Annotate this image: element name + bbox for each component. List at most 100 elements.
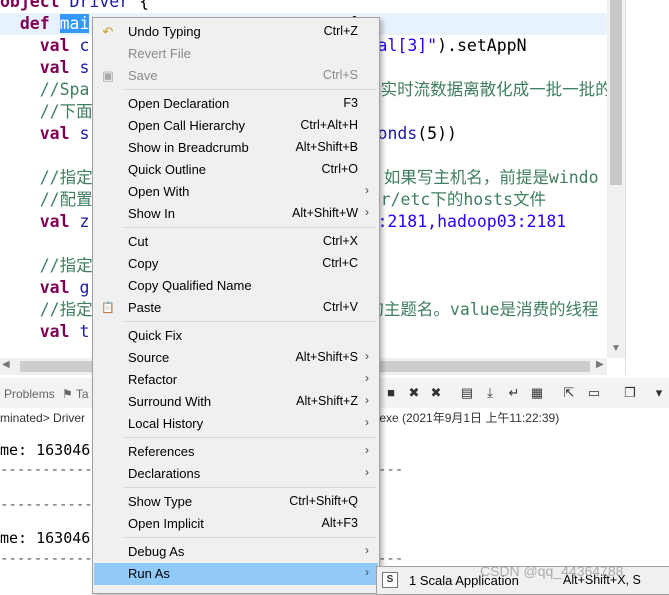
menu-item-label: Refactor bbox=[128, 372, 178, 387]
menu-item-shortcut: Alt+Shift+B bbox=[295, 140, 358, 154]
menu-item-label: Show In bbox=[128, 206, 175, 221]
remove-all-icon[interactable]: ✖ bbox=[427, 384, 445, 402]
menu-separator bbox=[123, 89, 376, 90]
menu-item-local-history[interactable]: Local History › bbox=[94, 413, 378, 435]
menu-item-label: Show in Breadcrumb bbox=[128, 140, 249, 155]
menu-item-paste[interactable]: 📋 Paste Ctrl+V bbox=[94, 297, 378, 319]
menu-item-quick-fix[interactable]: Quick Fix bbox=[94, 325, 378, 347]
scroll-right-arrow-icon[interactable]: ▶ bbox=[596, 359, 604, 370]
menu-item-copy-qualified-name[interactable]: Copy Qualified Name bbox=[94, 275, 378, 297]
code-token: g bbox=[79, 278, 90, 297]
code-token: t bbox=[79, 322, 90, 341]
editor-vertical-scroll-thumb[interactable] bbox=[610, 0, 622, 185]
menu-item-label: Open Call Hierarchy bbox=[128, 118, 246, 133]
terminate-icon[interactable]: ■ bbox=[382, 384, 400, 402]
menu-item-open-declaration[interactable]: Open Declaration F3 bbox=[94, 93, 378, 115]
menu-separator bbox=[123, 227, 376, 228]
console-dashes: ------------ bbox=[0, 462, 102, 478]
scala-application-icon: S bbox=[382, 572, 398, 588]
menu-item-open-implicit[interactable]: Open Implicit Alt+F3 bbox=[94, 513, 378, 535]
menu-item-refactor[interactable]: Refactor › bbox=[94, 369, 378, 391]
code-token: object bbox=[0, 0, 70, 11]
menu-item-label: Surround With bbox=[128, 394, 212, 409]
submenu-arrow-icon: › bbox=[365, 393, 369, 407]
menu-item-label: Quick Outline bbox=[128, 162, 207, 177]
menu-item-undo-typing[interactable]: ↶ Undo Typing Ctrl+Z bbox=[94, 21, 378, 43]
code-token: s bbox=[79, 58, 90, 77]
tab-tasks[interactable]: ⚑ Ta bbox=[62, 387, 89, 401]
overview-ruler bbox=[625, 0, 669, 375]
menu-item-open-call-hierarchy[interactable]: Open Call Hierarchy Ctrl+Alt+H bbox=[94, 115, 378, 137]
menu-item-quick-outline[interactable]: Quick Outline Ctrl+O bbox=[94, 159, 378, 181]
tasks-icon: ⚑ bbox=[62, 387, 73, 401]
show-console-icon[interactable]: ▦ bbox=[528, 384, 546, 402]
context-menu: ↶ Undo Typing Ctrl+Z Revert File ▣ Save Ctrl+S… bbox=[92, 17, 380, 594]
clear-console-icon[interactable]: ▤ bbox=[458, 384, 476, 402]
menu-item-references[interactable]: References › bbox=[94, 441, 378, 463]
scroll-left-arrow-icon[interactable]: ◀ bbox=[2, 359, 10, 370]
submenu-arrow-icon: › bbox=[365, 443, 369, 457]
submenu-arrow-icon: › bbox=[365, 543, 369, 557]
menu-item-show-in[interactable]: Show In Alt+Shift+W › bbox=[94, 203, 378, 225]
code-token: s bbox=[79, 124, 90, 143]
code-token: Driver bbox=[69, 0, 130, 11]
menu-item-shortcut: Ctrl+C bbox=[322, 256, 358, 270]
submenu-arrow-icon: › bbox=[365, 415, 369, 429]
menu-item-label: Revert File bbox=[128, 46, 191, 61]
scroll-lock-icon[interactable]: ⤓ bbox=[481, 384, 499, 402]
word-wrap-icon[interactable]: ↵ bbox=[505, 384, 523, 402]
code-line: val g bbox=[0, 277, 90, 299]
code-token: val bbox=[0, 278, 80, 297]
menu-item-source[interactable]: Source Alt+Shift+S › bbox=[94, 347, 378, 369]
menu-item-label: Copy bbox=[128, 256, 159, 271]
code-token: ).setAppN bbox=[437, 36, 527, 55]
submenu-arrow-icon: › bbox=[365, 465, 369, 479]
code-token: val bbox=[0, 58, 80, 77]
view-menu-icon[interactable]: ▾ bbox=[650, 384, 668, 402]
menu-item-label: Open With bbox=[128, 184, 190, 199]
remove-launch-icon[interactable]: ✖ bbox=[405, 384, 423, 402]
console-output-line: me: 163046 bbox=[0, 529, 91, 547]
code-line: val s bbox=[0, 57, 90, 79]
code-token: { bbox=[129, 0, 150, 11]
save-icon: ▣ bbox=[101, 68, 115, 83]
code-token: //指定 bbox=[0, 256, 93, 275]
menu-item-shortcut: Ctrl+S bbox=[322, 68, 358, 82]
menu-item-surround-with[interactable]: Surround With Alt+Shift+Z › bbox=[94, 391, 378, 413]
menu-item-label: Open Declaration bbox=[128, 96, 230, 111]
menu-separator bbox=[123, 537, 376, 538]
new-console-icon[interactable]: ❐ bbox=[621, 384, 639, 402]
menu-item-debug-as[interactable]: Debug As › bbox=[94, 541, 378, 563]
console-dashes: ------------ bbox=[0, 551, 102, 567]
menu-item-label: Open Implicit bbox=[128, 516, 204, 531]
code-token: def bbox=[0, 14, 60, 33]
menu-item-copy[interactable]: Copy Ctrl+C bbox=[94, 253, 378, 275]
code-token: val bbox=[0, 36, 80, 55]
submenu-arrow-icon: › bbox=[365, 371, 369, 385]
menu-item-label: Show Type bbox=[128, 494, 193, 509]
menu-item-revert-file: Revert File bbox=[94, 43, 378, 65]
menu-item-label: Copy Qualified Name bbox=[128, 278, 252, 293]
menu-item-show-type[interactable]: Show Type Ctrl+Shift+Q bbox=[94, 491, 378, 513]
menu-item-shortcut: Alt+Shift+Z bbox=[296, 394, 358, 408]
menu-item-label: Save bbox=[128, 68, 158, 83]
tab-problems[interactable]: Problems bbox=[4, 387, 55, 401]
menu-item-shortcut: Ctrl+V bbox=[322, 300, 358, 314]
menu-item-show-in-breadcrumb[interactable]: Show in Breadcrumb Alt+Shift+B bbox=[94, 137, 378, 159]
code-token: val bbox=[0, 322, 80, 341]
menu-item-run-as[interactable]: Run As › bbox=[94, 563, 378, 585]
menu-item-declarations[interactable]: Declarations › bbox=[94, 463, 378, 485]
menu-item-shortcut: Alt+Shift+S bbox=[295, 350, 358, 364]
pin-console-icon[interactable]: ⇱ bbox=[560, 384, 578, 402]
console-output-line: me: 163046 bbox=[0, 441, 91, 459]
menu-item-shortcut: Alt+Shift+W bbox=[292, 206, 358, 220]
menu-item-label: Undo Typing bbox=[128, 24, 201, 39]
menu-item-open-with[interactable]: Open With › bbox=[94, 181, 378, 203]
code-token: z bbox=[79, 212, 90, 231]
menu-item-cut[interactable]: Cut Ctrl+X bbox=[94, 231, 378, 253]
submenu-arrow-icon: › bbox=[365, 205, 369, 219]
menu-item-shortcut: F3 bbox=[343, 96, 358, 110]
menu-separator bbox=[123, 487, 376, 488]
scroll-down-arrow-icon[interactable]: ▼ bbox=[607, 340, 625, 358]
display-console-icon[interactable]: ▭ bbox=[585, 384, 603, 402]
